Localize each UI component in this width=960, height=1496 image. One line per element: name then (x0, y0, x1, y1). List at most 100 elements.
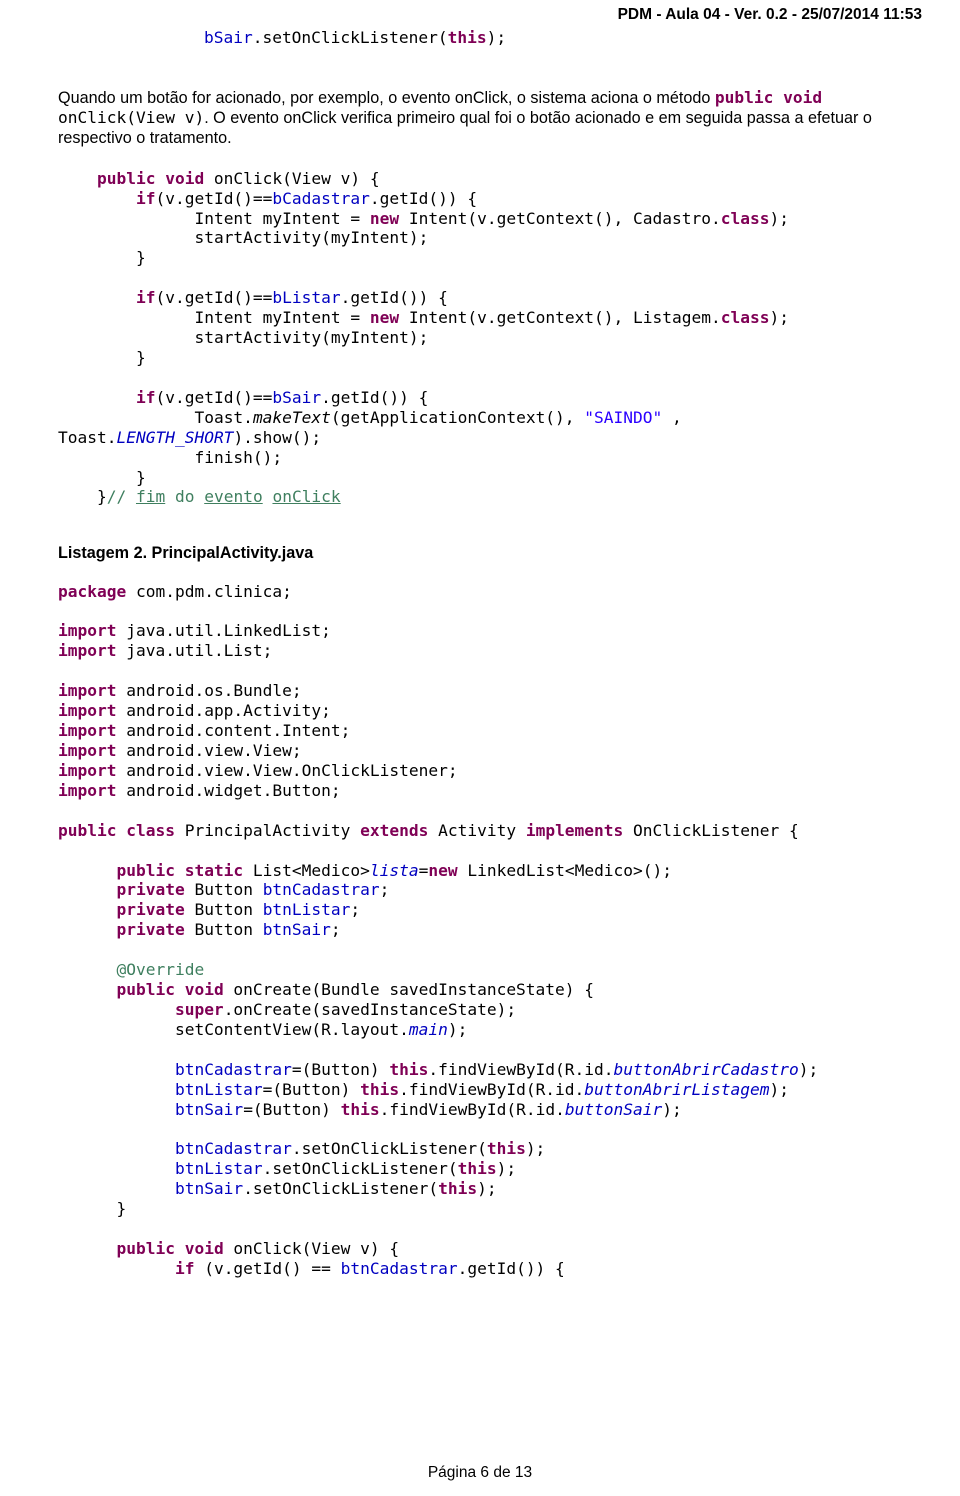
code-blank-7 (58, 940, 902, 960)
keyword: public void (116, 980, 223, 999)
code-text: Button (185, 900, 263, 919)
keyword: this (487, 1139, 526, 1158)
code-text: onCreate(Bundle savedInstanceState) { (224, 980, 594, 999)
code-line: super.onCreate(savedInstanceState); (58, 1000, 902, 1020)
code-line: btnSair.setOnClickListener(this); (58, 1179, 902, 1199)
code-text: ; (380, 880, 390, 899)
keyword: this (438, 1179, 477, 1198)
code-method: public void onClick(View v) { (58, 1239, 902, 1259)
keyword: private (116, 900, 184, 919)
keyword: import (58, 741, 116, 760)
code-text: ); (769, 209, 789, 228)
code-text: ).show(); (233, 428, 321, 447)
keyword: import (58, 761, 116, 780)
keyword: private (116, 920, 184, 939)
code-text: (getApplicationContext(), (331, 408, 584, 427)
code-text: ); (769, 1080, 789, 1099)
static-field: LENGTH_SHORT (116, 428, 233, 447)
code-line: if (v.getId() == btnCadastrar.getId()) { (58, 1259, 902, 1279)
field-ref: btnListar (263, 900, 351, 919)
code-text: .setOnClickListener( (292, 1139, 487, 1158)
code-text: java.util.LinkedList; (116, 621, 330, 640)
code-field: public static List<Medico>lista=new Link… (58, 861, 902, 881)
field-ref: bCadastrar (272, 189, 369, 208)
code-line: setContentView(R.layout.main); (58, 1020, 902, 1040)
code-text: finish(); (194, 448, 282, 467)
code-text: Intent(v.getContext(), Listagem. (399, 308, 721, 327)
code-blank-2 (58, 368, 902, 388)
field-ref: btnSair (175, 1100, 243, 1119)
page-header: PDM - Aula 04 - Ver. 0.2 - 25/07/2014 11… (618, 6, 922, 24)
code-field: private Button btnSair; (58, 920, 902, 940)
code-text: } (136, 468, 146, 487)
code-text: startActivity(myIntent); (194, 328, 428, 347)
field-ref: btnSair (263, 920, 331, 939)
code-text: Activity (428, 821, 525, 840)
code-blank-10 (58, 1219, 902, 1239)
field-ref: btnCadastrar (263, 880, 380, 899)
code-line: btnListar.setOnClickListener(this); (58, 1159, 902, 1179)
code-text: Intent myIntent = (194, 308, 369, 327)
code-text: ; (350, 900, 360, 919)
code-text: ); (769, 308, 789, 327)
keyword: import (58, 781, 116, 800)
code-field: private Button btnListar; (58, 900, 902, 920)
field-ref: btnCadastrar (175, 1139, 292, 1158)
code-package: package com.pdm.clinica; (58, 582, 902, 602)
code-text: =(Button) (292, 1060, 389, 1079)
keyword: this (341, 1100, 380, 1119)
code-text: onClick(View v) { (224, 1239, 399, 1258)
static-field: lista (370, 861, 419, 880)
keyword: import (58, 701, 116, 720)
code-text: PrincipalActivity (175, 821, 360, 840)
code-text: .setOnClickListener( (263, 1159, 458, 1178)
code-block-2: if(v.getId()==bListar.getId()) { Intent … (58, 288, 902, 368)
keyword: public void (97, 169, 204, 188)
keyword: class (721, 209, 770, 228)
code-text: Intent(v.getContext(), Cadastro. (399, 209, 721, 228)
field-ref: bListar (272, 288, 340, 307)
code-text: ); (448, 1020, 468, 1039)
code-import: import android.widget.Button; (58, 781, 902, 801)
code-blank-8 (58, 1040, 902, 1060)
field-ref: btnSair (175, 1179, 243, 1198)
keyword: private (116, 880, 184, 899)
keyword: this (360, 1080, 399, 1099)
keyword: public class (58, 821, 175, 840)
keyword: new (428, 861, 457, 880)
code-line: btnListar=(Button) this.findViewById(R.i… (58, 1080, 902, 1100)
code-import: import java.util.List; (58, 641, 902, 661)
paragraph: Quando um botão for acionado, por exempl… (58, 88, 902, 149)
keyword: import (58, 721, 116, 740)
code-import: import android.view.View; (58, 741, 902, 761)
keyword: import (58, 621, 116, 640)
keyword: this (458, 1159, 497, 1178)
code-text: .findViewById(R.id. (399, 1080, 584, 1099)
code-text: LinkedList<Medico>(); (458, 861, 672, 880)
field-ref: btnCadastrar (341, 1259, 458, 1278)
code-text: Button (185, 920, 263, 939)
code-text: =(Button) (263, 1080, 360, 1099)
code-inline: onClick(View v) (58, 108, 204, 127)
static-field: main (409, 1020, 448, 1039)
code-text: = (419, 861, 429, 880)
keyword: public void (715, 88, 822, 107)
code-text: onClick(View v) { (204, 169, 379, 188)
field-ref: bSair (204, 28, 253, 47)
code-import: import android.content.Intent; (58, 721, 902, 741)
code-import: import android.os.Bundle; (58, 681, 902, 701)
code-text: ); (526, 1139, 546, 1158)
code-text: } (136, 248, 146, 267)
code-text: List<Medico> (243, 861, 370, 880)
code-field: private Button btnCadastrar; (58, 880, 902, 900)
code-import: import android.view.View.OnClickListener… (58, 761, 902, 781)
code-text: OnClickListener { (623, 821, 798, 840)
code-text: } (116, 1199, 126, 1218)
static-field: buttonAbrirCadastro (614, 1060, 799, 1079)
comment: // fim do evento onClick (107, 487, 341, 506)
code-blank-6 (58, 841, 902, 861)
code-text: .getId()) { (341, 288, 448, 307)
code-blank-5 (58, 801, 902, 821)
code-text: com.pdm.clinica; (126, 582, 292, 601)
keyword: if (136, 288, 156, 307)
